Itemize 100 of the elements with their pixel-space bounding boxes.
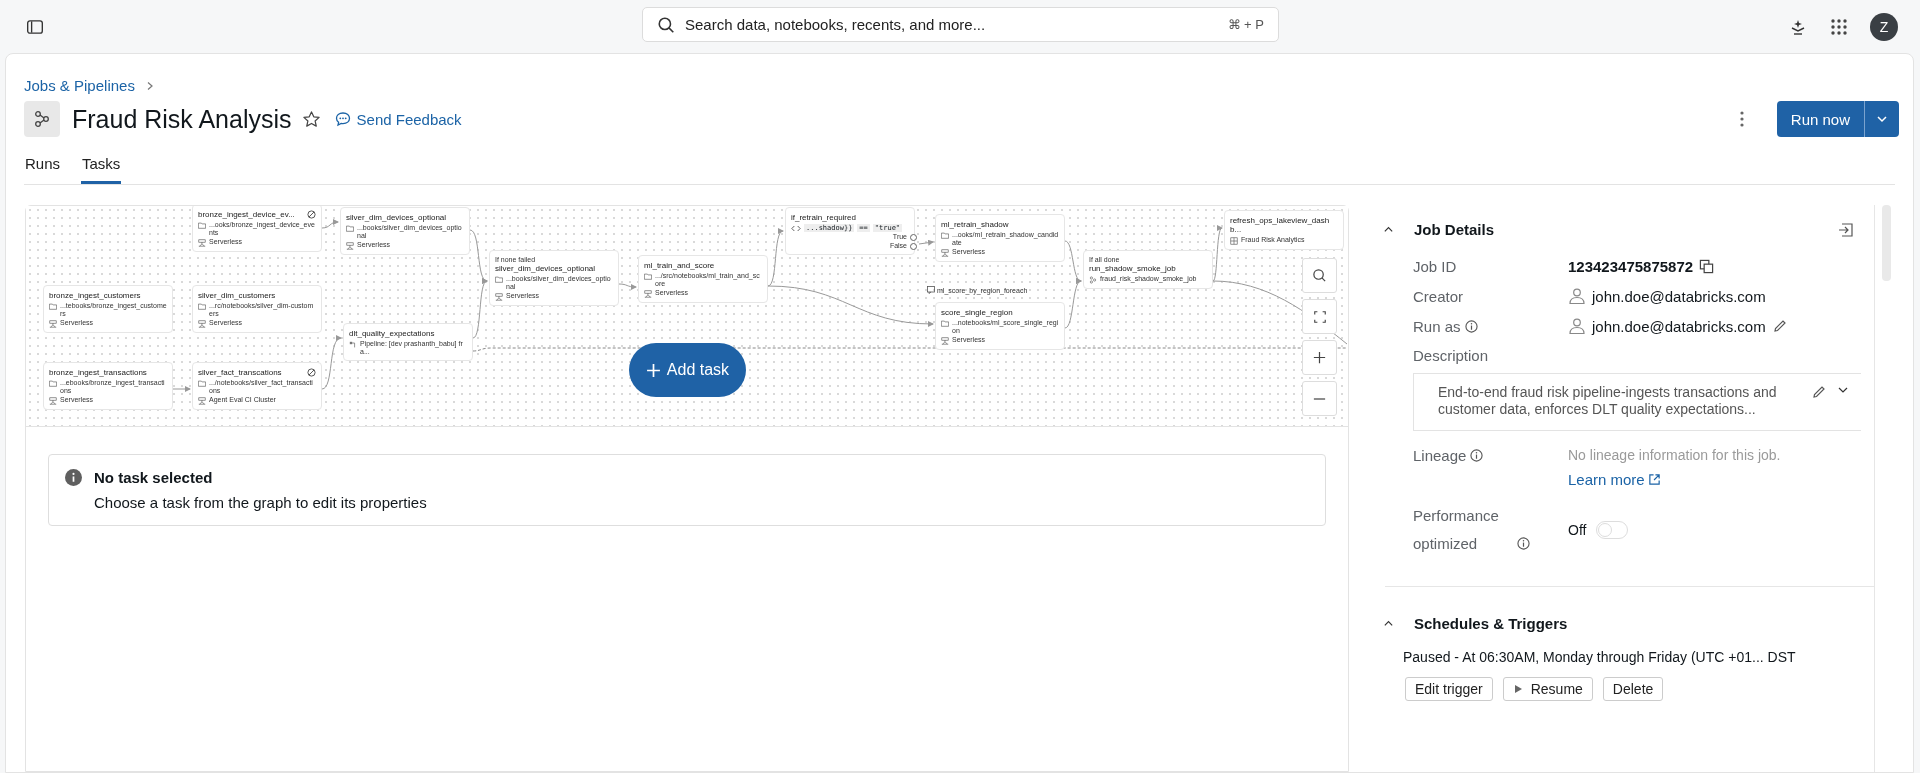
tab[interactable]: Tasks xyxy=(81,149,122,184)
folder-icon xyxy=(941,320,949,327)
info-icon[interactable] xyxy=(1464,319,1478,333)
edge-arrow xyxy=(321,336,342,390)
lineage-text: No lineage information for this job. xyxy=(1568,447,1782,463)
edge-arrow xyxy=(321,219,339,229)
code-brackets-icon xyxy=(791,225,801,232)
trigger-button[interactable]: Edit trigger xyxy=(1405,677,1493,701)
search-field[interactable]: Search data, notebooks, recents, and more... xyxy=(683,15,1220,34)
compute-icon xyxy=(941,249,949,257)
search-button[interactable] xyxy=(1302,258,1337,293)
pencil-icon[interactable] xyxy=(1771,318,1788,334)
toggle-switch[interactable] xyxy=(1596,521,1629,539)
info-icon xyxy=(65,469,82,486)
field-label: Performance optimized xyxy=(1413,506,1500,554)
task-name: silver_dim_devices_optional xyxy=(495,264,596,273)
copy-icon[interactable] xyxy=(1699,259,1715,274)
learn-more-link[interactable]: Learn more xyxy=(1568,471,1645,488)
folder-icon xyxy=(644,273,652,280)
edge-arrow xyxy=(1212,227,1223,282)
task-name: silver_dim_devices_optional xyxy=(346,213,447,222)
compute-icon xyxy=(49,397,57,405)
empty-state-text: Choose a task from the graph to edit its properties xyxy=(94,494,427,511)
compute-icon xyxy=(941,337,949,345)
description-text: End-to-end fraud risk pipeline-ingests transactions and customer data, enforces DLT quality expectations... xyxy=(1438,384,1778,418)
compute-icon xyxy=(644,290,652,298)
loop-icon xyxy=(927,286,935,294)
creator-email: john.doe@databricks.com xyxy=(1592,287,1766,305)
edge-arrow xyxy=(618,283,637,290)
edge-arrow xyxy=(472,280,488,339)
search-box[interactable]: Search data, notebooks, recents, and more... ⌘ + P xyxy=(642,7,1279,42)
resume-button[interactable]: Resume xyxy=(1502,677,1593,701)
info-icon[interactable] xyxy=(1470,449,1484,462)
person-icon xyxy=(1568,287,1586,305)
folder-icon xyxy=(495,276,503,283)
section-title: Job Details xyxy=(1414,221,1495,238)
dashboard-icon xyxy=(1230,237,1238,245)
keyboard-shortcut: ⌘ + P xyxy=(1227,17,1264,32)
edge-arrow xyxy=(172,386,191,392)
task-name: bronze_ingest_device_ev... xyxy=(198,210,295,219)
field-label: Creator xyxy=(1413,287,1465,305)
task-name: score_single_region xyxy=(941,308,1013,317)
send-feedback-link[interactable]: Send Feedback xyxy=(356,110,462,128)
run-options-dropdown[interactable] xyxy=(1864,101,1899,137)
pencil-icon[interactable] xyxy=(1811,384,1827,400)
task-name: dlt_quality_expectations xyxy=(349,329,435,338)
edge-arrow xyxy=(1064,280,1082,329)
compute-icon xyxy=(49,320,57,328)
toggle-state: Off xyxy=(1568,522,1587,538)
collapse-panel-icon[interactable] xyxy=(1838,221,1854,238)
page-title: Fraud Risk Analysis xyxy=(72,104,292,134)
field-label: Description xyxy=(1413,347,1490,364)
job-id: 123423475875872 xyxy=(1568,258,1694,275)
compute-icon xyxy=(198,320,206,328)
compute-icon xyxy=(198,239,206,247)
apps-grid-icon[interactable] xyxy=(1830,17,1848,36)
job-icon xyxy=(1089,276,1097,284)
task-name: bronze_ingest_customers xyxy=(49,291,141,300)
task-name: if_retrain_required xyxy=(791,213,856,222)
field-label: Lineage xyxy=(1413,447,1467,464)
chat-bubble-icon[interactable] xyxy=(334,111,351,127)
plus-icon xyxy=(645,362,661,378)
compute-icon xyxy=(198,397,206,405)
chevron-down-icon xyxy=(1876,113,1888,125)
info-icon[interactable] xyxy=(1517,537,1530,550)
plus-icon xyxy=(1312,350,1327,365)
empty-state-title: No task selected xyxy=(94,469,214,486)
run-now-button[interactable]: Run now xyxy=(1776,101,1864,137)
trigger-button[interactable]: Delete xyxy=(1602,677,1664,701)
task-name: run_shadow_smoke_job xyxy=(1089,264,1176,273)
search-icon xyxy=(1312,268,1327,283)
folder-icon xyxy=(198,222,206,229)
run-as-email: john.doe@databricks.com xyxy=(1592,317,1766,335)
folder-icon xyxy=(346,225,354,232)
user-avatar[interactable]: Z xyxy=(1870,12,1898,41)
task-name: bronze_ingest_transactions xyxy=(49,368,147,377)
section-title: Schedules & Triggers xyxy=(1414,615,1568,632)
more-options-icon[interactable] xyxy=(1738,110,1745,128)
breadcrumb-link[interactable]: Jobs & Pipelines xyxy=(24,77,135,94)
chevron-up-icon[interactable] xyxy=(1383,618,1394,629)
task-name: silver_dim_customers xyxy=(198,291,276,300)
star-icon[interactable] xyxy=(301,109,321,129)
tab[interactable]: Runs xyxy=(24,149,62,184)
folder-icon xyxy=(49,380,57,387)
play-icon xyxy=(1512,684,1523,694)
edge-arrow xyxy=(918,239,934,246)
field-label: Job ID xyxy=(1413,258,1458,275)
job-icon xyxy=(24,101,60,137)
task-name: silver_fact_transcations xyxy=(198,368,282,377)
fit-view-icon xyxy=(1312,309,1327,324)
chevron-up-icon[interactable] xyxy=(1383,224,1394,235)
sidebar-toggle-icon[interactable] xyxy=(26,17,44,36)
compute-icon xyxy=(495,293,503,301)
task-name: ml_retrain_shadow xyxy=(941,220,1009,229)
folder-icon xyxy=(198,380,206,387)
folder-icon xyxy=(49,303,57,310)
add-task-button[interactable]: Add task xyxy=(629,343,746,397)
description-box[interactable]: End-to-end fraud risk pipeline-ingests transactions and customer data, enforces DLT quality expectations... xyxy=(1413,373,1861,431)
minus-icon xyxy=(1312,396,1327,401)
external-link-icon[interactable] xyxy=(1647,473,1661,486)
